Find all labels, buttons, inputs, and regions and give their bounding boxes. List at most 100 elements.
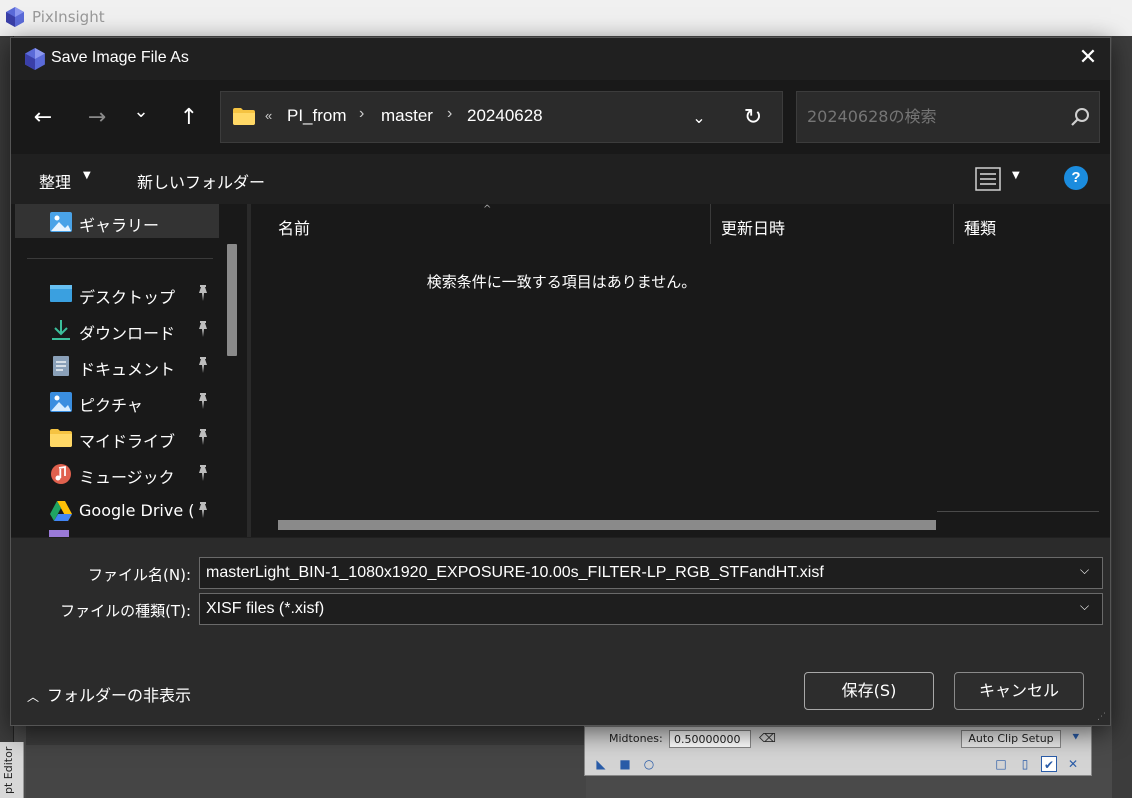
- column-header-label: 種類: [964, 219, 997, 238]
- dialog-footer: ファイル名(N): masterLight_BIN-1_1080x1920_EX…: [11, 537, 1110, 725]
- folder-icon: [233, 108, 255, 125]
- filename-input[interactable]: masterLight_BIN-1_1080x1920_EXPOSURE-10.…: [206, 564, 824, 582]
- screen-transfer-function-panel: Midtones: 0.50000000 ⌫ Auto Clip Setup ⯆…: [584, 726, 1092, 776]
- navigation-pane-scrollbar[interactable]: [227, 244, 237, 356]
- help-icon[interactable]: ?: [1064, 166, 1088, 190]
- dialog-titlebar: Save Image File As ✕: [11, 38, 1110, 80]
- filename-combobox[interactable]: masterLight_BIN-1_1080x1920_EXPOSURE-10.…: [199, 557, 1103, 589]
- square-outline-icon[interactable]: □: [993, 756, 1009, 772]
- search-box[interactable]: [796, 91, 1100, 143]
- hide-folders-label: フォルダーの非表示: [47, 686, 192, 705]
- hide-folders-toggle[interactable]: ︿ フォルダーの非表示: [27, 682, 191, 706]
- sidebar-item-google-drive[interactable]: Google Drive (: [15, 493, 219, 527]
- auto-clip-setup-button[interactable]: Auto Clip Setup: [961, 730, 1061, 748]
- forward-arrow-icon[interactable]: →: [79, 100, 115, 136]
- filetype-selected-value: XISF files (*.xisf): [206, 600, 325, 617]
- column-header-name[interactable]: 名前: [251, 204, 711, 244]
- folder-icon: [50, 429, 72, 447]
- pin-icon[interactable]: [195, 356, 211, 374]
- sidebar-item-label: ギャラリー: [79, 216, 160, 235]
- new-folder-button[interactable]: 新しいフォルダー: [137, 169, 265, 193]
- save-button[interactable]: 保存(S): [804, 672, 934, 710]
- filetype-label: ファイルの種類(T):: [60, 602, 191, 620]
- partial-item-icon: [49, 530, 69, 537]
- scrollbar-track: [937, 511, 1099, 512]
- navigation-bar: ← → ⌄ ↑ « PI_from › master › 20240628 ⌄ …: [11, 80, 1110, 154]
- cancel-button[interactable]: キャンセル: [954, 672, 1084, 710]
- sidebar-divider: [27, 258, 213, 259]
- breadcrumb-master[interactable]: master: [381, 106, 433, 126]
- pin-icon[interactable]: [195, 464, 211, 482]
- download-icon: [52, 320, 70, 340]
- sidebar-item-pictures[interactable]: ピクチャ: [15, 384, 219, 418]
- pin-icon[interactable]: [195, 284, 211, 302]
- dialog-title: Save Image File As: [51, 49, 189, 66]
- check-icon[interactable]: ✔: [1041, 756, 1057, 772]
- empty-results-message: 検索条件に一致する項目はありません。: [426, 273, 697, 291]
- midtones-label: Midtones:: [609, 732, 663, 745]
- file-list-pane: ^ 名前 更新日時 種類 検索条件に一致する項目はありません。: [251, 204, 1110, 537]
- filename-label: ファイル名(N):: [88, 566, 191, 584]
- breadcrumb-separator[interactable]: ›: [359, 105, 364, 123]
- clear-midtones-icon[interactable]: ⌫: [759, 731, 776, 745]
- app-right-toolbar: [1112, 36, 1132, 798]
- pictures-icon: [50, 392, 72, 412]
- column-header-date-modified[interactable]: 更新日時: [711, 204, 954, 244]
- chevron-up-icon: ︿: [27, 690, 40, 704]
- pin-icon[interactable]: [195, 320, 211, 338]
- sidebar-item-desktop[interactable]: デスクトップ: [15, 276, 219, 310]
- page-icon[interactable]: ▯: [1017, 756, 1033, 772]
- view-list-icon[interactable]: [975, 167, 1001, 191]
- workspace-area-lower: [26, 745, 586, 798]
- chevron-down-icon[interactable]: ⌵: [1080, 563, 1089, 578]
- sidebar-item-music[interactable]: ミュージック: [15, 456, 219, 490]
- pixinsight-logo-icon: [25, 48, 45, 70]
- horizontal-scrollbar[interactable]: [278, 520, 936, 530]
- close-icon[interactable]: ✕: [1065, 38, 1110, 80]
- collapse-icon[interactable]: ✕: [1065, 756, 1081, 772]
- search-input[interactable]: [807, 107, 1057, 126]
- breadcrumb-20240628[interactable]: 20240628: [467, 106, 543, 126]
- column-header-label: 名前: [278, 219, 311, 238]
- triangle-icon[interactable]: ◣: [593, 756, 609, 772]
- view-options-caret-icon[interactable]: ▼: [1012, 170, 1020, 181]
- pixinsight-logo-icon: [6, 7, 24, 27]
- filetype-select[interactable]: XISF files (*.xisf) ⌵: [199, 593, 1103, 625]
- square-icon[interactable]: ■: [617, 756, 633, 772]
- side-tab-label: pt Editor: [2, 746, 15, 794]
- circle-icon[interactable]: ○: [641, 756, 657, 772]
- column-header-type[interactable]: 種類: [954, 204, 1110, 244]
- pin-icon[interactable]: [195, 392, 211, 410]
- address-bar[interactable]: « PI_from › master › 20240628 ⌄ ↻: [220, 91, 783, 143]
- save-dialog: Save Image File As ✕ ← → ⌄ ↑ « PI_from ›…: [10, 37, 1111, 726]
- sidebar-item-downloads[interactable]: ダウンロード: [15, 312, 219, 346]
- search-icon[interactable]: [1069, 106, 1091, 128]
- command-bar: 整理 ▼ 新しいフォルダー ▼ ?: [11, 154, 1110, 204]
- app-titlebar: PixInsight: [0, 0, 1132, 36]
- pin-icon[interactable]: [195, 501, 211, 519]
- arrow-down-icon[interactable]: ⯆: [1071, 730, 1085, 748]
- caret-down-icon[interactable]: ▼: [83, 170, 91, 181]
- music-icon: [51, 464, 71, 484]
- up-arrow-icon[interactable]: ↑: [171, 100, 207, 136]
- sidebar-item-my-drive[interactable]: マイドライブ: [15, 420, 219, 454]
- refresh-icon[interactable]: ↻: [737, 102, 769, 134]
- column-header-row: ^ 名前 更新日時 種類: [251, 204, 1110, 244]
- organize-menu-button[interactable]: 整理: [39, 169, 71, 193]
- gallery-icon: [50, 212, 72, 232]
- breadcrumb-separator[interactable]: ›: [447, 105, 452, 123]
- address-overflow[interactable]: «: [265, 108, 272, 123]
- app-title: PixInsight: [32, 8, 105, 26]
- sidebar-item-documents[interactable]: ドキュメント: [15, 348, 219, 382]
- resize-grip-icon[interactable]: ⋰: [1097, 712, 1106, 722]
- stf-midtones-row: Midtones: 0.50000000 ⌫ Auto Clip Setup ⯆: [585, 727, 1091, 751]
- address-history-chevron-icon[interactable]: ⌄: [685, 104, 713, 132]
- midtones-input[interactable]: 0.50000000: [669, 730, 751, 748]
- chevron-down-icon[interactable]: ⌵: [1080, 599, 1089, 614]
- breadcrumb-pi-from[interactable]: PI_from: [287, 106, 347, 126]
- recent-locations-chevron-icon[interactable]: ⌄: [123, 94, 159, 130]
- sidebar-item-gallery[interactable]: ギャラリー: [15, 204, 219, 238]
- pin-icon[interactable]: [195, 428, 211, 446]
- script-editor-side-tab[interactable]: pt Editor: [0, 742, 24, 798]
- back-arrow-icon[interactable]: ←: [25, 100, 61, 136]
